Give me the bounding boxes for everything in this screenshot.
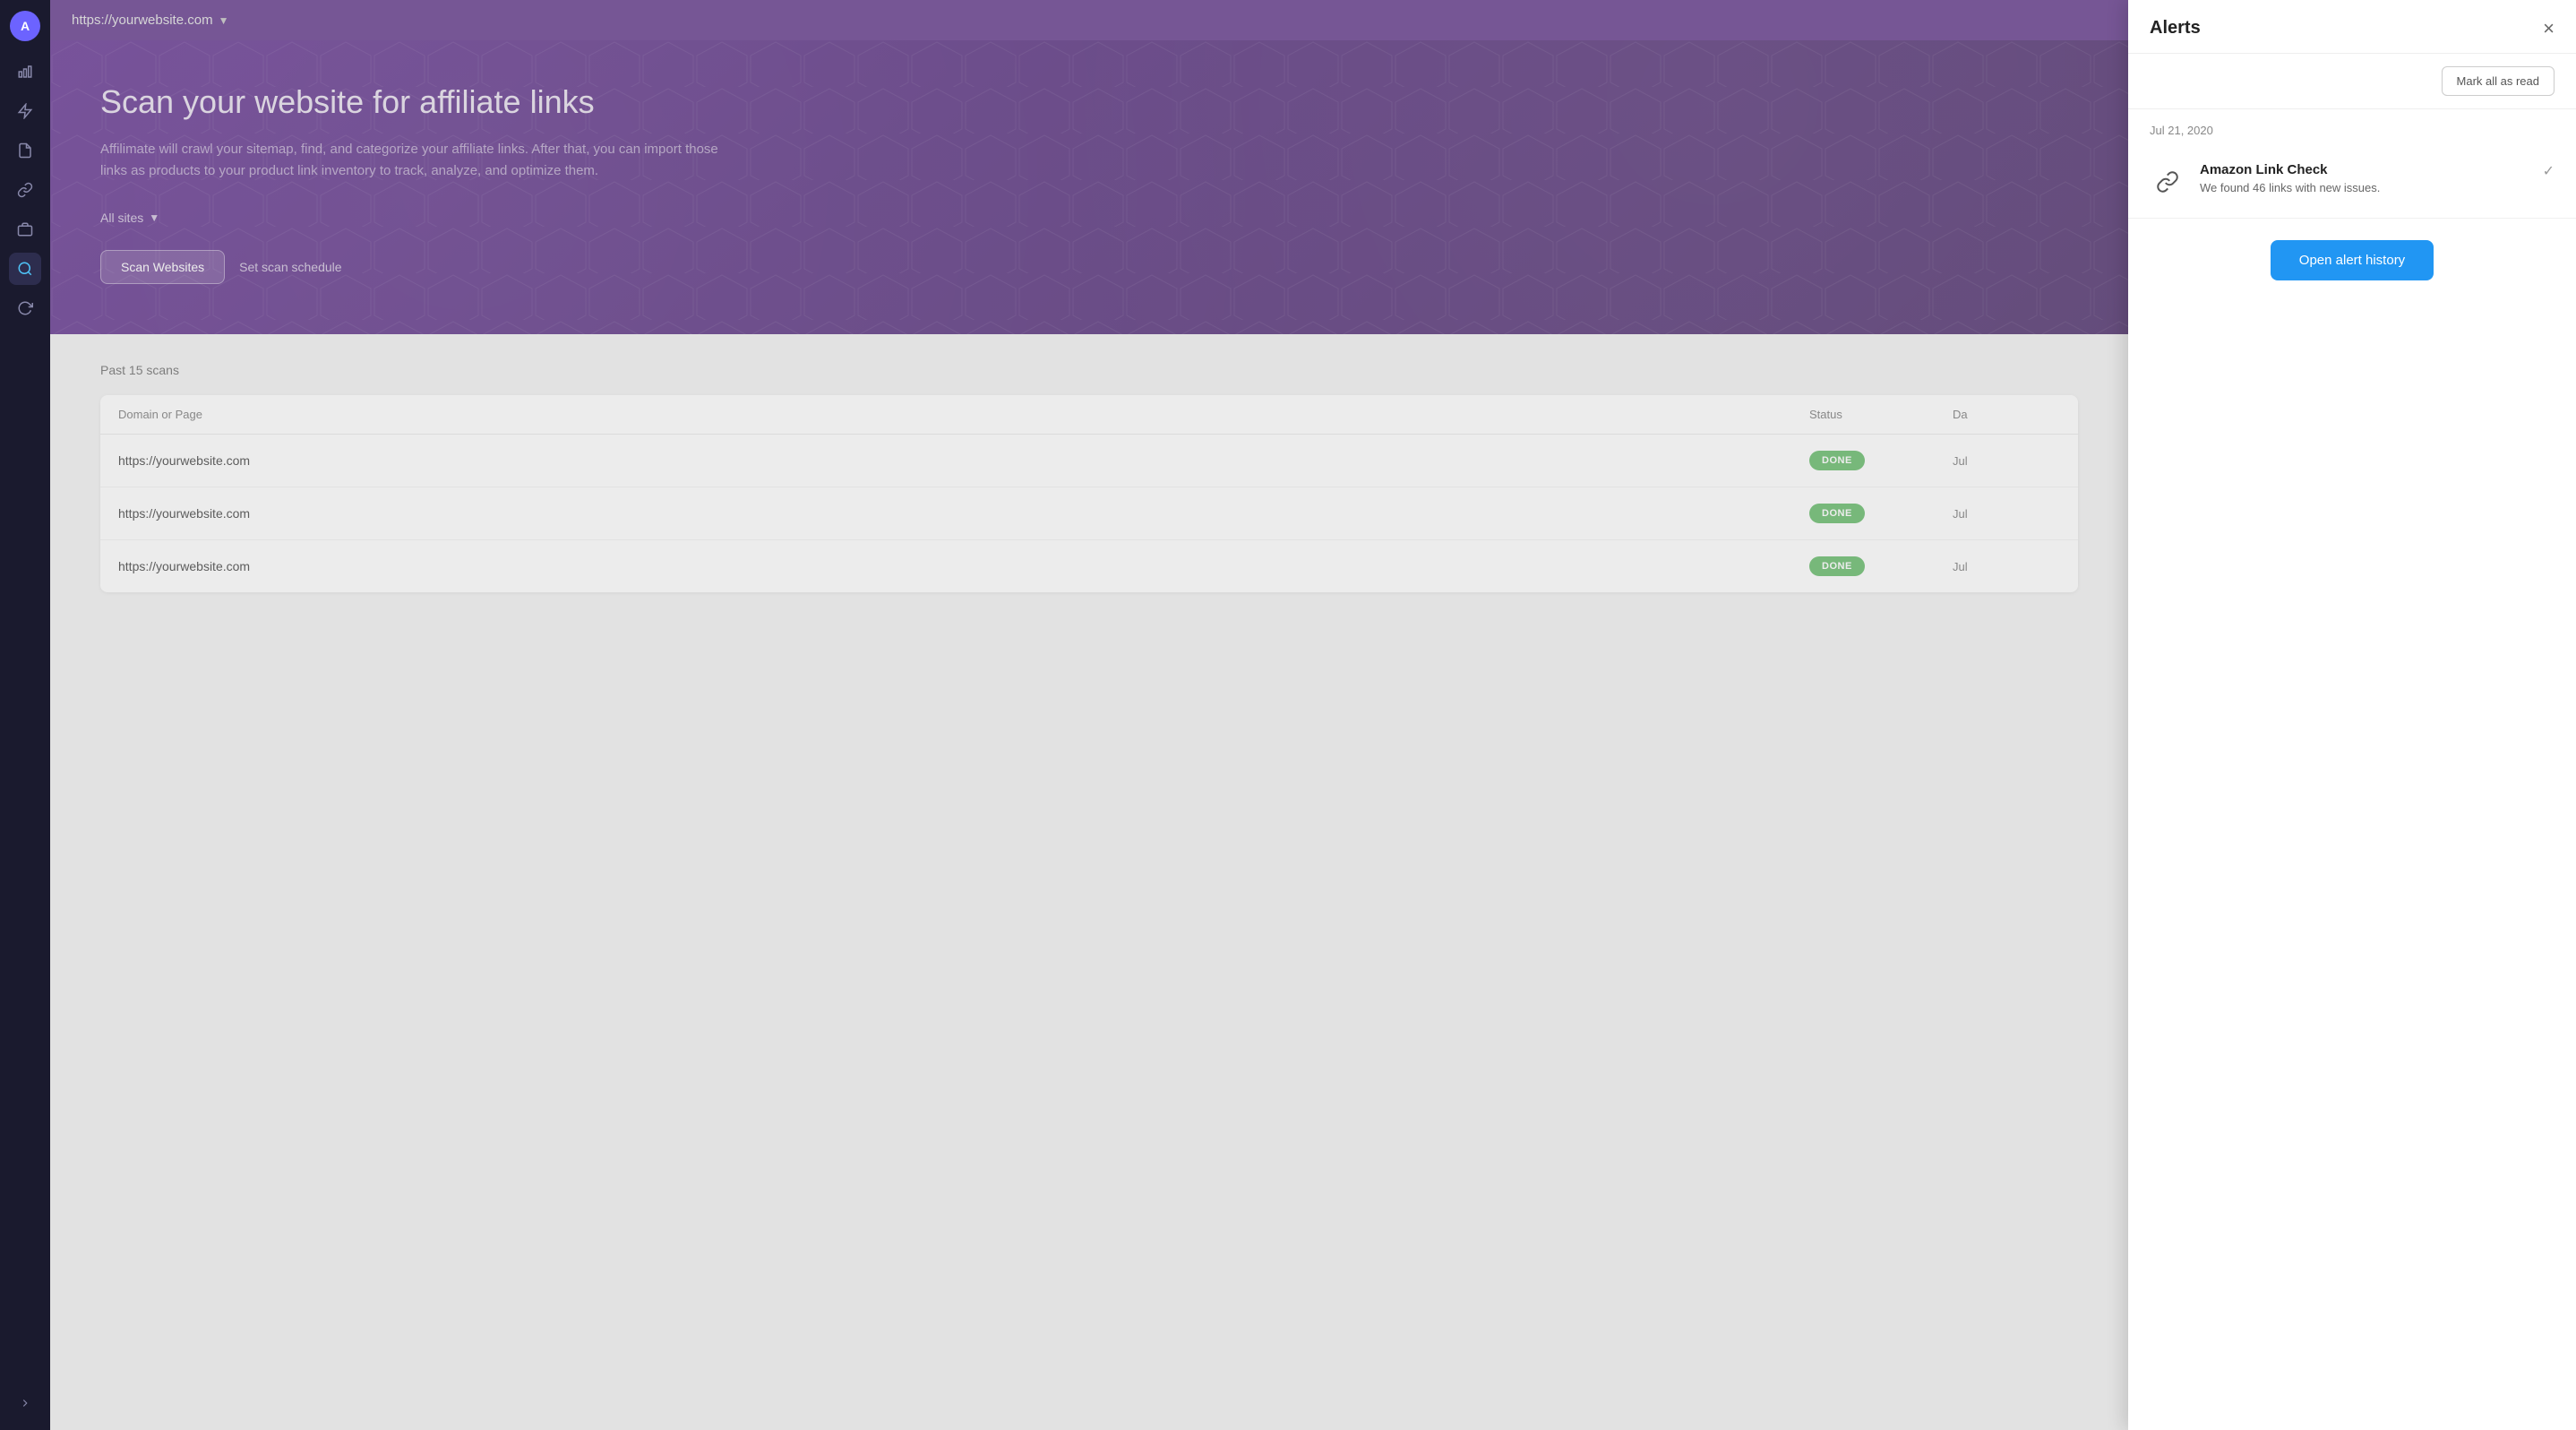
site-filter[interactable]: All sites ▼ <box>100 211 2078 225</box>
row-domain-3: https://yourwebsite.com <box>118 559 1809 573</box>
set-scan-schedule-button[interactable]: Set scan schedule <box>239 260 341 274</box>
lightning-icon[interactable] <box>9 95 41 127</box>
alert-item: Amazon Link Check We found 46 links with… <box>2128 144 2576 219</box>
alerts-header: Alerts × <box>2128 0 2576 54</box>
filter-chevron: ▼ <box>149 211 159 224</box>
search-icon-nav[interactable] <box>9 253 41 285</box>
refresh-icon[interactable] <box>9 292 41 324</box>
sidebar: A <box>0 0 50 1430</box>
link-icon[interactable] <box>9 174 41 206</box>
table-title: Past 15 scans <box>100 363 2078 377</box>
table-row: https://yourwebsite.com DONE Jul <box>100 540 2078 592</box>
hero-title: Scan your website for affiliate links <box>100 83 2078 121</box>
col-domain: Domain or Page <box>118 408 1809 421</box>
scans-table: Domain or Page Status Da https://yourweb… <box>100 395 2078 592</box>
col-date: Da <box>1953 408 2060 421</box>
row-date-2: Jul <box>1953 507 2060 521</box>
alert-item-title: Amazon Link Check <box>2200 162 2555 177</box>
col-status: Status <box>1809 408 1953 421</box>
hero-subtitle: Affilimate will crawl your sitemap, find… <box>100 139 727 182</box>
alerts-date: Jul 21, 2020 <box>2128 109 2576 144</box>
filter-label: All sites <box>100 211 143 225</box>
alerts-action: Open alert history <box>2128 219 2576 302</box>
url-text: https://yourwebsite.com <box>72 13 213 28</box>
table-row: https://yourwebsite.com DONE Jul <box>100 487 2078 540</box>
row-status-2: DONE <box>1809 504 1865 523</box>
row-domain-2: https://yourwebsite.com <box>118 506 1809 521</box>
alerts-toolbar: Mark all as read <box>2128 54 2576 109</box>
table-header: Domain or Page Status Da <box>100 395 2078 435</box>
row-domain-1: https://yourwebsite.com <box>118 453 1809 468</box>
table-row: https://yourwebsite.com DONE Jul <box>100 435 2078 487</box>
mark-all-read-button[interactable]: Mark all as read <box>2442 66 2555 96</box>
document-icon[interactable] <box>9 134 41 167</box>
main-area: https://yourwebsite.com ▼ Scan your webs… <box>50 0 2128 1430</box>
hero-buttons: Scan Websites Set scan schedule <box>100 250 2078 284</box>
close-alerts-button[interactable]: × <box>2543 19 2555 39</box>
open-alert-history-button[interactable]: Open alert history <box>2271 240 2434 280</box>
row-date-1: Jul <box>1953 454 2060 468</box>
sidebar-expand-button[interactable] <box>9 1387 41 1419</box>
alert-check-icon[interactable]: ✓ <box>2543 162 2555 180</box>
row-date-3: Jul <box>1953 560 2060 573</box>
alert-content: Amazon Link Check We found 46 links with… <box>2200 162 2555 194</box>
row-status-3: DONE <box>1809 556 1865 576</box>
table-section: Past 15 scans Domain or Page Status Da h… <box>50 334 2128 1430</box>
alerts-title: Alerts <box>2150 18 2201 39</box>
hero-section: Scan your website for affiliate links Af… <box>50 40 2128 334</box>
avatar: A <box>10 11 40 41</box>
briefcase-icon[interactable] <box>9 213 41 246</box>
alert-link-icon <box>2150 164 2185 200</box>
analytics-icon[interactable] <box>9 56 41 88</box>
alert-item-description: We found 46 links with new issues. <box>2200 181 2555 194</box>
topbar: https://yourwebsite.com ▼ <box>50 0 2128 40</box>
url-display[interactable]: https://yourwebsite.com ▼ <box>72 13 228 28</box>
url-chevron: ▼ <box>219 14 229 27</box>
alerts-panel: Alerts × Mark all as read Jul 21, 2020 A… <box>2128 0 2576 1430</box>
scan-websites-button[interactable]: Scan Websites <box>100 250 225 284</box>
row-status-1: DONE <box>1809 451 1865 470</box>
